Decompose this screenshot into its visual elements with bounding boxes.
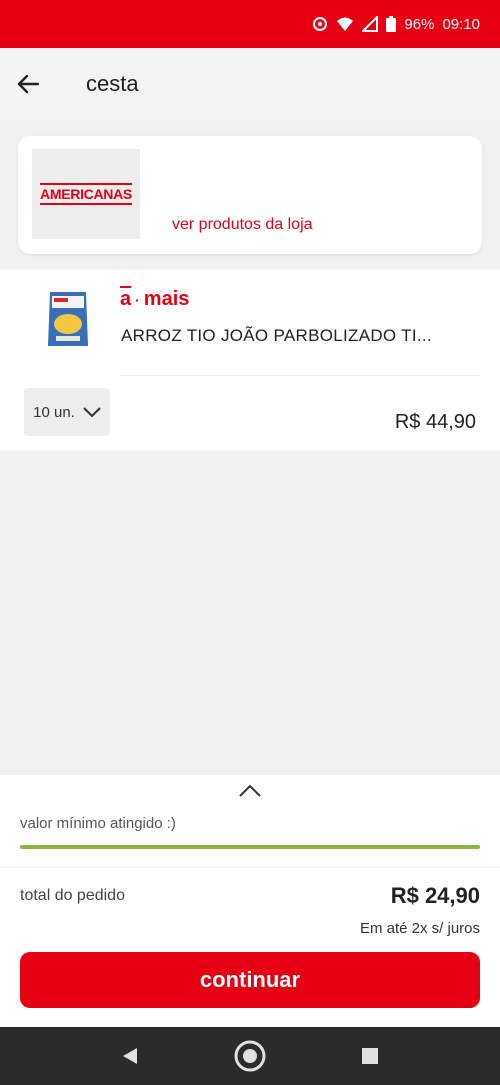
item-price: R$ 44,90 [394, 411, 476, 433]
back-triangle-icon [123, 1048, 137, 1064]
signal-icon [362, 16, 379, 32]
battery-level: 96% [404, 15, 435, 33]
status-icons: 96% 09:10 [312, 16, 480, 33]
quantity-select[interactable]: 10 un. [24, 388, 110, 436]
nav-home-button[interactable] [230, 1036, 270, 1076]
nav-recents-button[interactable] [350, 1036, 390, 1076]
status-bar: 96% 09:10 [0, 0, 500, 48]
summary-divider [0, 867, 500, 868]
wifi-icon [337, 17, 354, 31]
view-store-products-link[interactable]: ver produtos da loja [172, 216, 313, 234]
progress-fill [20, 845, 480, 849]
cart-item: a · mais ARROZ TIO JOÃO PARBOLIZADO TI..… [0, 270, 500, 450]
minimum-value-progress [20, 845, 480, 849]
home-circle-icon [234, 1040, 266, 1072]
total-value: R$ 24,90 [390, 883, 480, 908]
page-title: cesta [86, 71, 139, 96]
badge-dot: · [135, 291, 140, 308]
product-image[interactable] [44, 288, 92, 350]
system-nav-bar [0, 1027, 500, 1085]
product-name[interactable]: ARROZ TIO JOÃO PARBOLIZADO TI... [121, 326, 432, 346]
battery-icon [386, 16, 397, 32]
store-card: AMERICANAS ver produtos da loja [18, 136, 482, 254]
app-bar: cesta [0, 48, 500, 120]
item-divider [120, 375, 480, 376]
chevron-up-icon [239, 784, 261, 797]
order-summary-sheet: valor mínimo atingido :) total do pedido… [0, 775, 500, 1027]
store-logo-text: AMERICANAS [40, 183, 132, 205]
clock: 09:10 [442, 15, 480, 33]
nav-back-button[interactable] [110, 1036, 150, 1076]
data-saver-icon [313, 17, 328, 31]
minimum-value-message: valor mínimo atingido :) [20, 815, 176, 832]
total-label: total do pedido [20, 887, 125, 904]
a-mais-badge: a · mais [120, 288, 189, 311]
chevron-down-icon [83, 407, 101, 418]
continue-button[interactable]: continuar [20, 952, 480, 1008]
badge-letter: a [120, 288, 132, 310]
installments-text: Em até 2x s/ juros [359, 920, 480, 937]
store-logo: AMERICANAS [32, 149, 140, 239]
quantity-value: 10 un. [33, 403, 75, 421]
arrow-left-icon [17, 74, 39, 94]
recents-square-icon [362, 1048, 378, 1064]
back-button[interactable] [0, 56, 56, 112]
badge-word: mais [143, 288, 190, 310]
expand-summary-button[interactable] [236, 781, 264, 801]
